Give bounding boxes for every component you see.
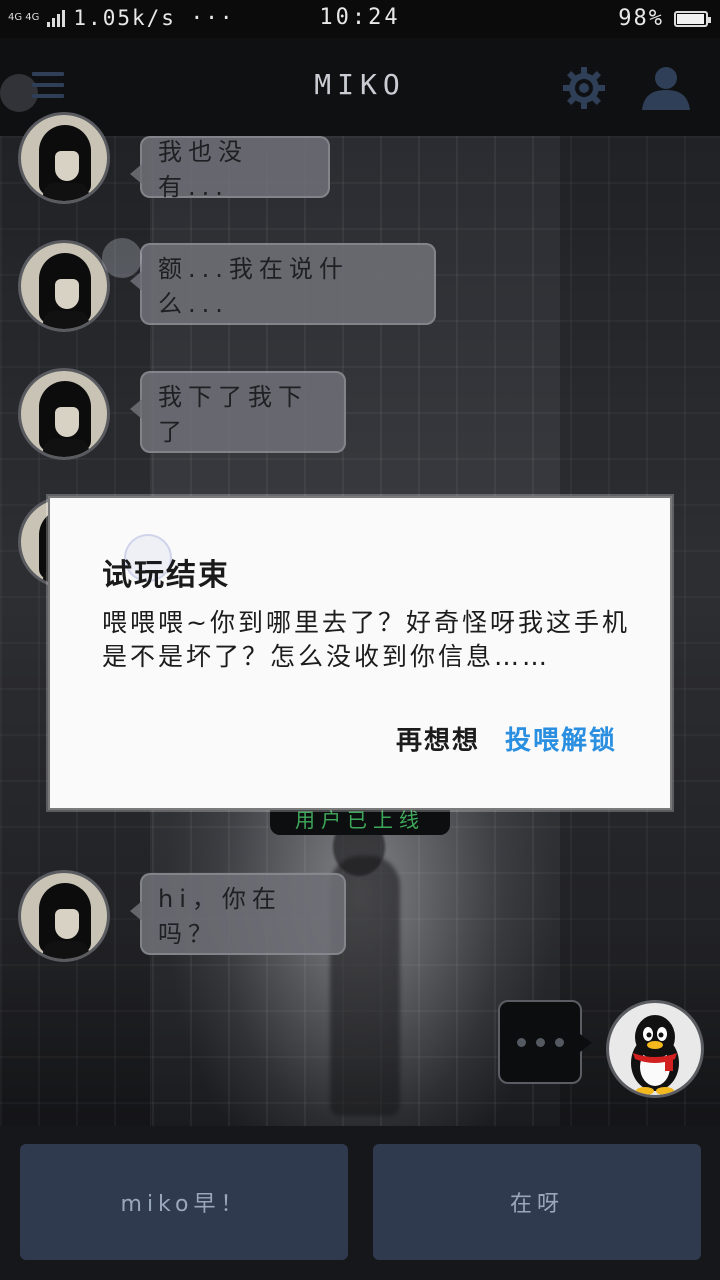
- message-bubble: hi，你在吗？: [130, 873, 346, 955]
- dialog-message: 喂喂喂~你到哪里去了？好奇怪呀我这手机是不是坏了？怎么没收到你信息……: [102, 608, 630, 671]
- trial-end-dialog: 试玩结束 喂喂喂~你到哪里去了？好奇怪呀我这手机是不是坏了？怎么没收到你信息………: [48, 496, 672, 810]
- reply-option-2[interactable]: 在呀: [373, 1144, 701, 1260]
- penguin-icon: [631, 1015, 679, 1095]
- typing-dot: [535, 1037, 545, 1047]
- touch-ripple: [102, 238, 142, 278]
- message-text: hi，你在吗？: [158, 885, 282, 948]
- message-text: 额...我在说什么...: [158, 255, 349, 318]
- status-bar: 4G 4G 1.05k/s ··· 10:24 98%: [0, 0, 720, 38]
- miko-avatar: [18, 240, 110, 332]
- message-bubble: 我下了我下了: [130, 371, 346, 453]
- think-again-button[interactable]: 再想想: [396, 720, 480, 757]
- battery-percent: 98%: [618, 6, 664, 31]
- miko-avatar: [18, 368, 110, 460]
- status-right: 98%: [618, 6, 711, 31]
- typing-dot: [516, 1037, 526, 1047]
- unlock-button[interactable]: 投喂解锁: [505, 720, 617, 757]
- typing-indicator: [498, 1000, 592, 1084]
- gear-icon[interactable]: [560, 64, 608, 112]
- message-text: 我也没有...: [158, 138, 248, 201]
- user-avatar-penguin[interactable]: [606, 1000, 704, 1098]
- battery-icon: [674, 10, 711, 27]
- app-bar: MIKO: [0, 38, 720, 136]
- message-text: 我下了我下了: [158, 383, 308, 446]
- battery-fill: [677, 13, 705, 24]
- message-bubble: 我也没有...: [130, 136, 330, 201]
- reply-bar: miko早！ 在呀: [0, 1126, 720, 1280]
- clock: 10:24: [319, 5, 401, 30]
- miko-avatar: [18, 870, 110, 962]
- typing-dot: [554, 1037, 564, 1047]
- app-title: MIKO: [314, 68, 406, 101]
- reply-option-1[interactable]: miko早！: [20, 1144, 348, 1260]
- miko-avatar: [18, 112, 110, 204]
- message-bubble: 额...我在说什么...: [130, 243, 436, 325]
- user-icon[interactable]: [640, 64, 692, 112]
- dialog-title: 试玩结束: [102, 558, 230, 593]
